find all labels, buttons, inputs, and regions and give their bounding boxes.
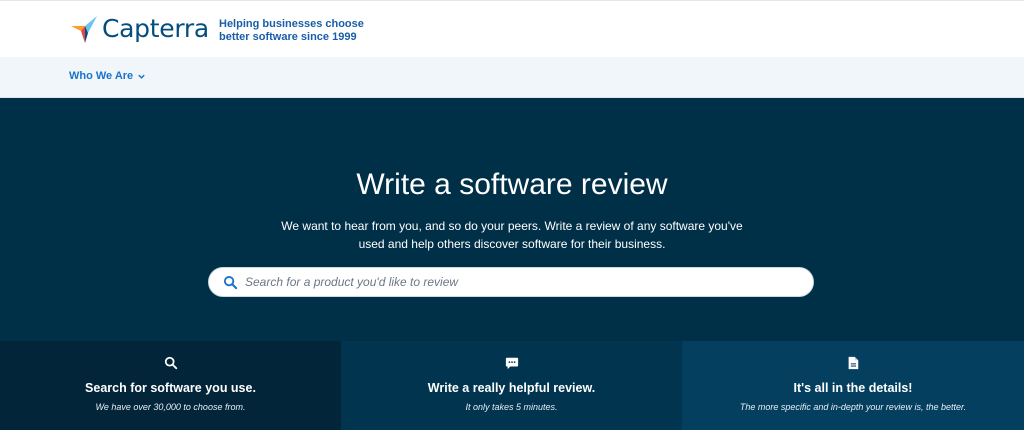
site-header: Capterra Helping businesses choose bette… [0,0,1024,57]
feature-card-review: Write a really helpful review. It only t… [341,341,682,430]
who-we-are-menu[interactable]: Who We Are [69,70,146,82]
feature-title: It's all in the details! [793,381,913,395]
page-title: Write a software review [356,168,668,201]
capterra-logo[interactable]: Capterra [70,14,209,44]
page: Capterra Helping businesses choose bette… [0,0,1024,430]
comment-icon [505,357,518,370]
feature-subtitle: It only takes 5 minutes. [465,402,558,412]
document-icon [848,356,859,370]
feature-subtitle: We have over 30,000 to choose from. [95,402,246,412]
nav-bar: Who We Are [0,57,1024,98]
hero-subtitle: We want to hear from you, and so do your… [281,219,743,251]
feature-subtitle: The more specific and in-depth your revi… [739,402,967,412]
feature-title: Write a really helpful review. [427,381,596,395]
logo-wordmark: Capterra [102,14,209,43]
feature-card-search: Search for software you use. We have ove… [0,341,341,430]
search-icon [223,275,238,290]
hero-section: Write a software review We want to hear … [0,98,1024,341]
tagline: Helping businesses choose better softwar… [219,18,364,44]
who-we-are-label: Who We Are [69,70,134,82]
search-input[interactable] [245,268,801,296]
feature-card-details: It's all in the details! The more specif… [682,341,1024,430]
tagline-line-1: Helping businesses choose [219,18,364,30]
capterra-logo-icon [71,16,97,43]
chevron-down-icon [138,74,145,79]
search-box[interactable] [208,267,814,297]
feature-cards: Search for software you use. We have ove… [0,341,1024,430]
search-icon [164,356,177,370]
feature-title: Search for software you use. [85,381,256,395]
tagline-line-2: better software since 1999 [219,31,357,43]
